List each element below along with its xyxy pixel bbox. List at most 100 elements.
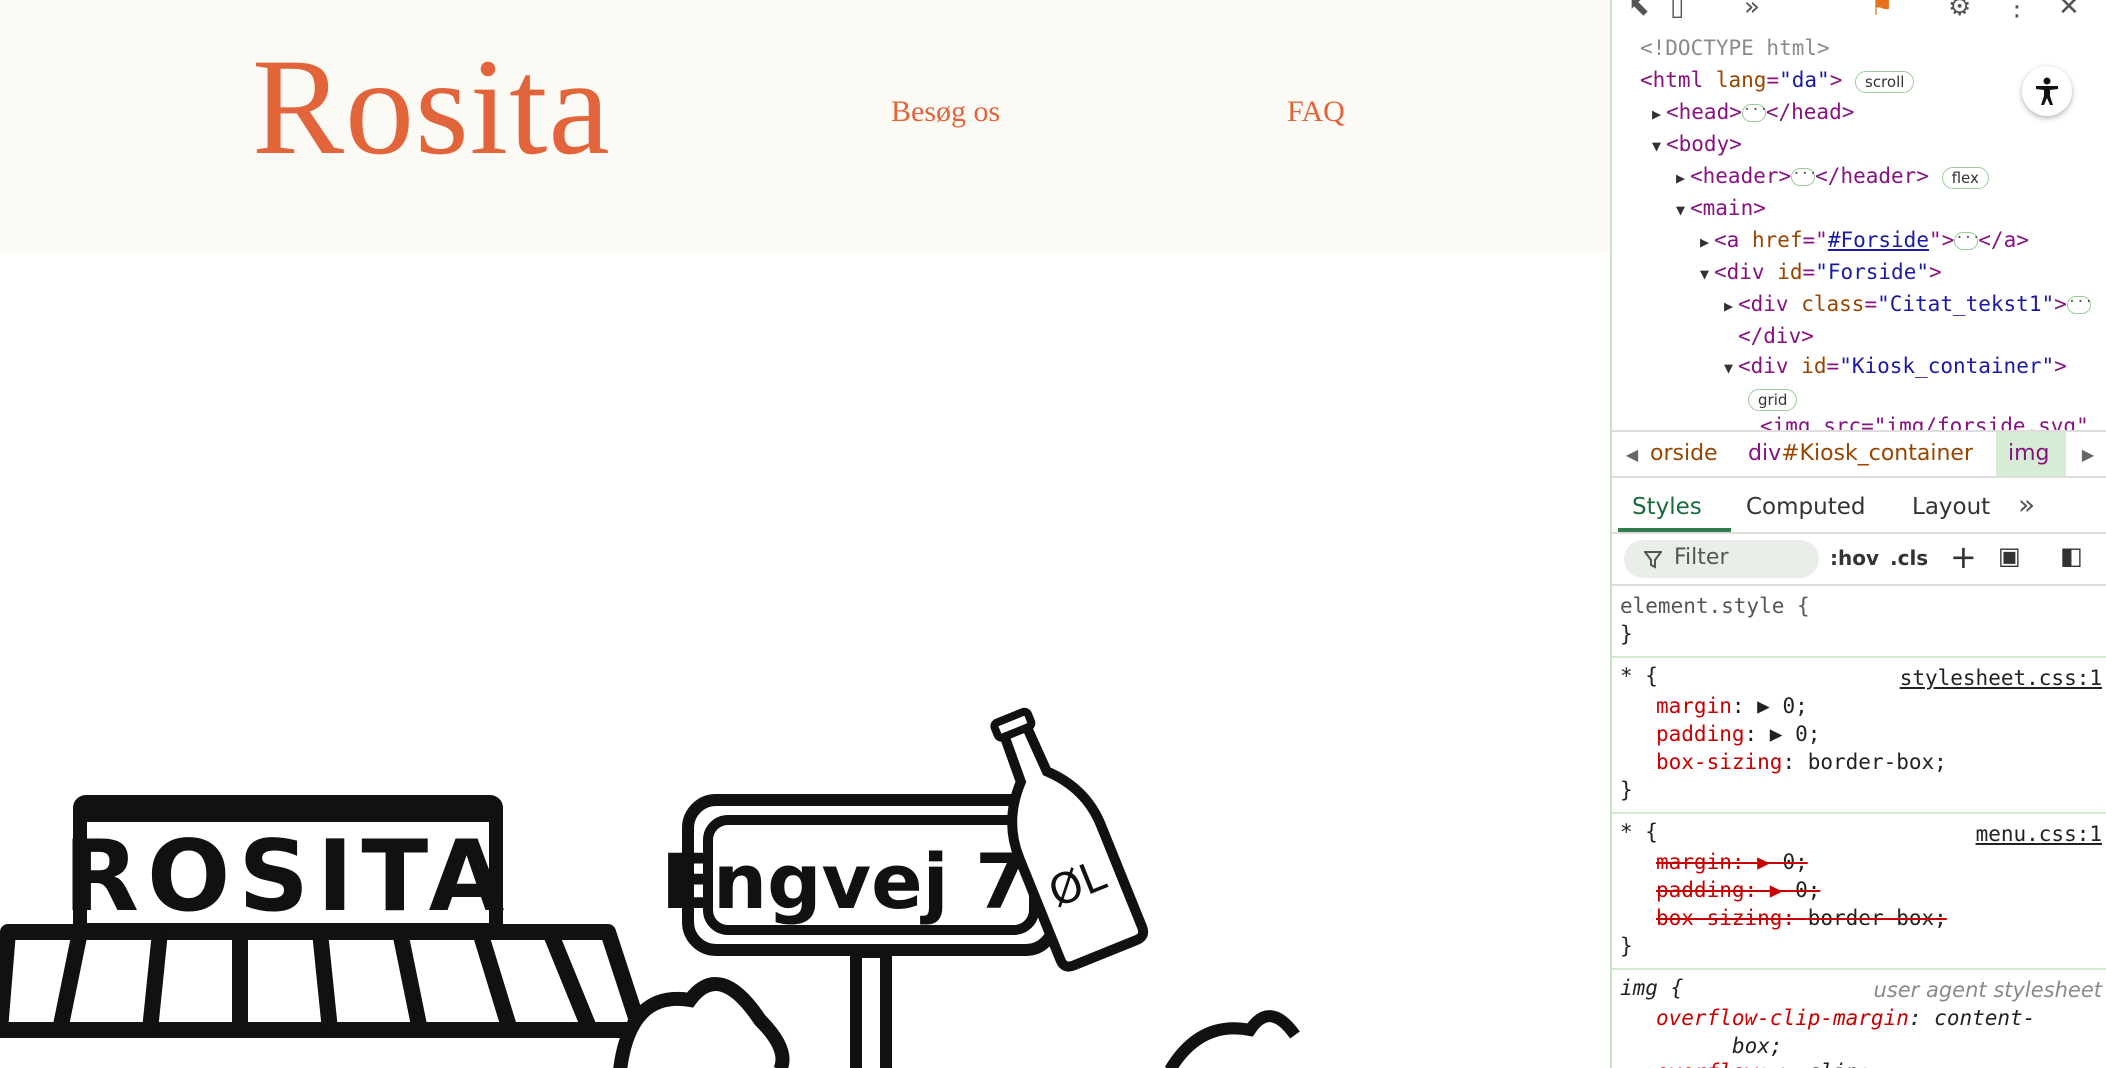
prop-value: 0; xyxy=(1782,694,1808,718)
source-link[interactable]: menu.css:1 xyxy=(1976,822,2102,846)
scroll-badge[interactable]: scroll xyxy=(1855,71,1915,93)
collapse-arrow-icon[interactable]: ▼ xyxy=(1652,137,1666,155)
rule-selector[interactable]: img { xyxy=(1620,976,1683,1000)
styles-filter-bar: Filter :hov .cls + ▣ ◧ xyxy=(1612,532,2106,586)
nav-link-besog-os[interactable]: Besøg os xyxy=(891,95,1000,129)
attr-name: class xyxy=(1801,292,1865,316)
inspect-icon[interactable]: ⬉ xyxy=(1628,0,1650,22)
breadcrumb: ◀ orside div#Kiosk_container img ▶ xyxy=(1612,430,2106,478)
breadcrumb-item-img[interactable]: img xyxy=(1996,432,2066,476)
dom-main[interactable]: ▼ <main> xyxy=(1676,196,1766,220)
declaration-padding-overridden[interactable]: padding: ▶ 0; xyxy=(1656,878,1820,902)
new-rule-icon[interactable]: + xyxy=(1950,538,1977,576)
declaration-padding[interactable]: padding: ▶ 0; xyxy=(1656,722,1820,746)
dom-div-kiosk[interactable]: ▼ <div id="Kiosk_container"> xyxy=(1724,354,2067,378)
dom-html[interactable]: <html lang="da"> scroll xyxy=(1640,68,1915,93)
declaration-box-sizing-overridden[interactable]: box-sizing: border-box; xyxy=(1656,906,1947,930)
attr-value: "Forside" xyxy=(1815,260,1929,284)
rule-close: } xyxy=(1620,934,1633,958)
kebab-menu-icon[interactable]: ⋮ xyxy=(2004,0,2030,22)
declaration-overflow-clip-margin[interactable]: overflow-clip-margin: content- xyxy=(1656,1006,2035,1030)
ellipsis-icon[interactable]: ··· xyxy=(1741,103,1768,122)
devtools-toolbar: ⬉ ▯ » ⚑ ⚙ ⋮ ✕ xyxy=(1612,0,2106,26)
collapse-arrow-icon[interactable]: ▼ xyxy=(1724,359,1738,377)
tag-text: <img src="img/forside.svg" xyxy=(1760,414,2089,430)
accessibility-button[interactable] xyxy=(2022,66,2072,116)
filter-icon xyxy=(1644,551,1662,569)
dom-doctype[interactable]: <!DOCTYPE html> xyxy=(1640,36,1830,60)
crumb-tag: img xyxy=(2008,441,2050,466)
website-viewport: Rosita Besøg os FAQ ROSITA Engvej 77 ØL xyxy=(0,0,1610,1068)
breadcrumb-left-arrow-icon[interactable]: ◀ xyxy=(1612,432,1652,476)
dom-div-citat[interactable]: ▶ <div class="Citat_tekst1">··· xyxy=(1724,292,2093,316)
more-tabs-icon[interactable]: » xyxy=(2018,488,2035,521)
dom-div-forside[interactable]: ▼ <div id="Forside"> xyxy=(1700,260,1942,284)
rule-divider xyxy=(1612,968,2106,970)
expand-arrow-icon[interactable]: ▶ xyxy=(1724,297,1738,315)
declaration-margin-overridden[interactable]: margin: ▶ 0; xyxy=(1656,850,1808,874)
crumb-tag: div xyxy=(1748,441,1782,466)
collapse-arrow-icon[interactable]: ▼ xyxy=(1700,265,1714,283)
ellipsis-icon[interactable]: ··· xyxy=(1954,231,1981,250)
flex-badge[interactable]: flex xyxy=(1941,167,1989,189)
tag-text: <html xyxy=(1640,68,1704,92)
paint-brush-icon[interactable]: ▣ xyxy=(1998,542,2021,570)
tab-styles[interactable]: Styles xyxy=(1632,494,1702,520)
kiosk-sign-text: ROSITA xyxy=(64,820,513,934)
collapse-arrow-icon[interactable]: ▼ xyxy=(1676,201,1690,219)
device-toggle-icon[interactable]: ▯ xyxy=(1670,0,1684,22)
settings-icon[interactable]: ⚙ xyxy=(1948,0,1971,22)
issues-icon[interactable]: ⚑ xyxy=(1870,0,1893,22)
rule-close: } xyxy=(1620,622,1633,646)
dom-anchor[interactable]: ▶ <a href="#Forside">···</a> xyxy=(1700,228,2029,252)
filter-placeholder: Filter xyxy=(1674,545,1729,570)
prop-value: 0; xyxy=(1795,722,1821,746)
grid-badge[interactable]: grid xyxy=(1748,389,1798,411)
cls-button[interactable]: .cls xyxy=(1890,546,1928,570)
site-logo[interactable]: Rosita xyxy=(252,38,611,176)
dom-body[interactable]: ▼ <body> xyxy=(1652,132,1742,156)
tag-text: <div xyxy=(1714,260,1765,284)
tab-computed[interactable]: Computed xyxy=(1746,494,1865,520)
tag-text: > xyxy=(1829,68,1843,92)
ellipsis-icon[interactable]: ··· xyxy=(2066,295,2093,314)
sidebar-toggle-icon[interactable]: ◧ xyxy=(2060,542,2083,570)
tag-text: <body> xyxy=(1666,132,1742,156)
prop-name: overflow xyxy=(1656,1060,1757,1068)
dom-head[interactable]: ▶ <head>···</head> xyxy=(1652,100,1854,124)
attr-value-link[interactable]: #Forside xyxy=(1828,228,1929,252)
prop-name: margin xyxy=(1656,850,1732,874)
selector-text: element.style { xyxy=(1620,594,1810,618)
site-header: Rosita Besøg os FAQ xyxy=(0,0,1610,255)
attr-value: "Citat_tekst1" xyxy=(1877,292,2055,316)
attr-name: href xyxy=(1751,228,1803,252)
declaration-margin[interactable]: margin: ▶ 0; xyxy=(1656,694,1808,718)
ellipsis-icon[interactable]: ··· xyxy=(1791,167,1817,186)
kiosk-sign: ROSITA xyxy=(64,795,513,937)
close-icon[interactable]: ✕ xyxy=(2058,0,2080,22)
tag-text: <div xyxy=(1738,354,1789,378)
expand-arrow-icon[interactable]: ▶ xyxy=(1652,105,1666,123)
rule-selector[interactable]: * { xyxy=(1620,664,1658,688)
declaration-box-sizing[interactable]: box-sizing: border-box; xyxy=(1656,750,1947,774)
breadcrumb-right-arrow-icon[interactable]: ▶ xyxy=(2068,432,2106,476)
more-tabs-icon[interactable]: » xyxy=(1744,0,1760,22)
rule-selector[interactable]: element.style { xyxy=(1620,594,1810,618)
dom-img[interactable]: <img src="img/forside.svg" xyxy=(1760,414,2089,430)
tab-layout[interactable]: Layout xyxy=(1912,494,1990,520)
hov-button[interactable]: :hov xyxy=(1830,546,1879,570)
rule-selector[interactable]: * { xyxy=(1620,820,1658,844)
attr-value: "Kiosk_container" xyxy=(1839,354,2055,378)
tag-text: </head> xyxy=(1765,100,1855,124)
dom-header[interactable]: ▶ <header>···</header> flex xyxy=(1676,164,1989,189)
declaration-overflow[interactable]: overflow: ▶ clip; xyxy=(1656,1060,1871,1068)
tag-text: <div xyxy=(1738,292,1789,316)
breadcrumb-item-kiosk[interactable]: div#Kiosk_container xyxy=(1748,441,1973,466)
breadcrumb-item-forside[interactable]: orside xyxy=(1650,441,1718,466)
prop-value: 0; xyxy=(1782,850,1808,874)
source-link[interactable]: stylesheet.css:1 xyxy=(1900,666,2102,690)
expand-arrow-icon[interactable]: ▶ xyxy=(1700,233,1714,251)
expand-arrow-icon[interactable]: ▶ xyxy=(1676,169,1690,187)
nav-link-faq[interactable]: FAQ xyxy=(1287,95,1345,129)
dom-div-close[interactable]: </div> xyxy=(1738,324,1814,348)
